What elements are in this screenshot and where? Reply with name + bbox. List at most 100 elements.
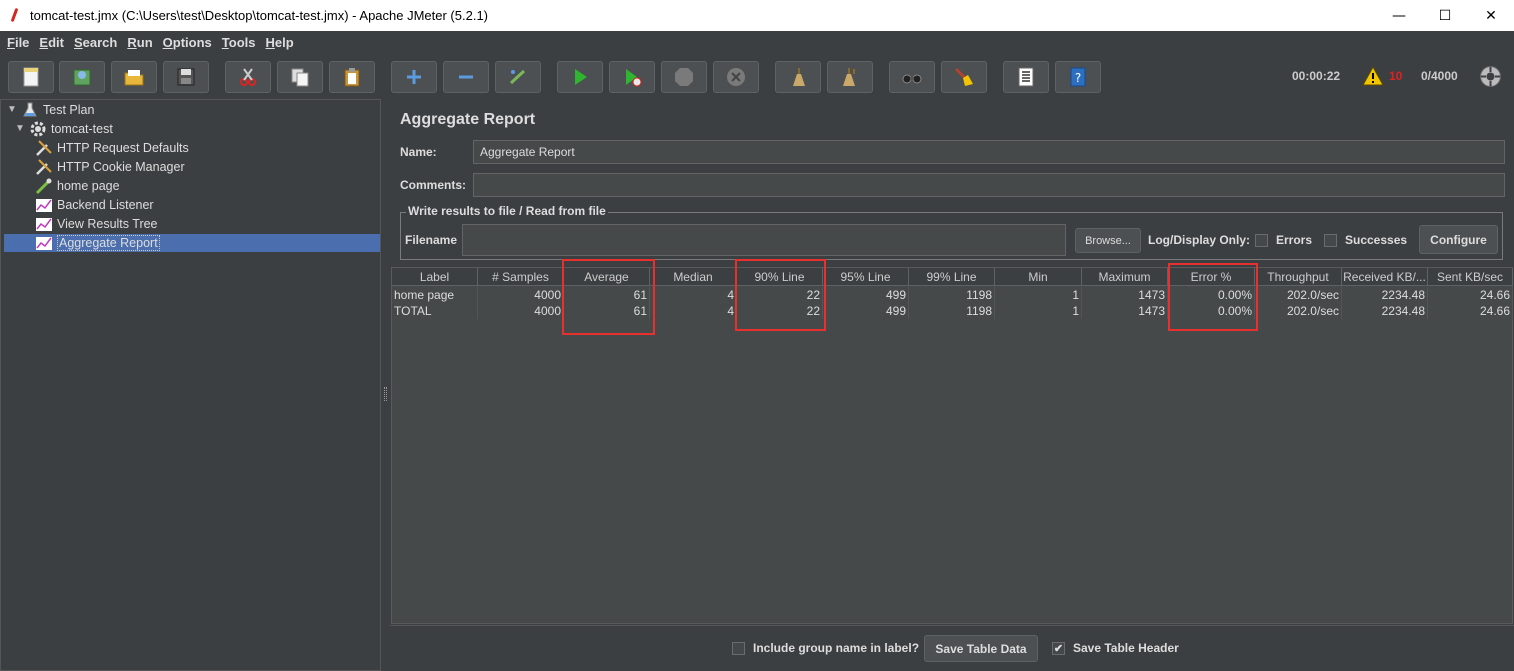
collapse-all-button[interactable] (443, 61, 489, 93)
menu-run[interactable]: Run (122, 35, 157, 50)
templates-button[interactable] (59, 61, 105, 93)
reset-search-button[interactable] (941, 61, 987, 93)
thread-count: 0/4000 (1421, 69, 1458, 83)
window-title: tomcat-test.jmx (C:\Users\test\Desktop\t… (30, 8, 489, 23)
table-cell-line-95[interactable]: 499 (823, 287, 909, 303)
expand-icon (407, 70, 421, 84)
table-cell-maximum[interactable]: 1473 (1082, 287, 1168, 303)
start-no-timers-button[interactable] (609, 61, 655, 93)
reset-search-icon (954, 67, 973, 86)
paste-button[interactable] (329, 61, 375, 93)
table-cell-min[interactable]: 1 (995, 287, 1082, 303)
column-header-received-kb[interactable]: Received KB/... (1342, 268, 1428, 286)
expand-arrow-icon[interactable]: ▼ (7, 104, 17, 115)
column-header-min[interactable]: Min (995, 268, 1082, 286)
menu-options[interactable]: Options (158, 35, 217, 50)
warning-icon[interactable] (1362, 66, 1384, 86)
start-button[interactable] (557, 61, 603, 93)
save-table-header-checkbox[interactable]: ✔ Save Table Header (1052, 641, 1179, 655)
table-cell-label[interactable]: TOTAL (392, 303, 478, 319)
toggle-button[interactable] (495, 61, 541, 93)
comments-input[interactable] (473, 173, 1505, 197)
save-table-header-checkbox-box[interactable]: ✔ (1052, 641, 1065, 655)
table-cell-line-99[interactable]: 1198 (909, 287, 995, 303)
minimize-button[interactable]: — (1376, 0, 1422, 31)
successes-checkbox-box[interactable] (1324, 233, 1337, 247)
table-cell-label[interactable]: home page (392, 287, 478, 303)
menu-file[interactable]: File (2, 35, 34, 50)
successes-checkbox[interactable]: Successes (1324, 233, 1407, 247)
window-controls: — ☐ ✕ (1376, 0, 1514, 31)
tree-node-http-cookie-manager[interactable]: HTTP Cookie Manager (35, 157, 185, 176)
clear-button[interactable] (775, 61, 821, 93)
column-header-label[interactable]: Label (392, 268, 478, 286)
table-cell-samples[interactable]: 4000 (478, 303, 564, 319)
column-header-sent-kb[interactable]: Sent KB/sec (1428, 268, 1513, 286)
cut-button[interactable] (225, 61, 271, 93)
maximize-button[interactable]: ☐ (1422, 0, 1468, 31)
tree-node-thread-group[interactable]: ▼ tomcat-test (15, 119, 113, 138)
new-button[interactable] (8, 61, 54, 93)
stop-button[interactable] (661, 61, 707, 93)
tree-node-test-plan[interactable]: ▼ Test Plan (7, 100, 94, 119)
errors-checkbox[interactable]: Errors (1255, 233, 1312, 247)
clear-all-button[interactable] (827, 61, 873, 93)
table-cell-line-99[interactable]: 1198 (909, 303, 995, 319)
name-input[interactable]: Aggregate Report (473, 140, 1505, 164)
table-cell-median[interactable]: 4 (650, 303, 737, 319)
shutdown-icon (727, 68, 745, 86)
tree-node-home-page[interactable]: home page (35, 176, 120, 195)
tree-node-view-results-tree[interactable]: View Results Tree (35, 214, 158, 233)
split-pane-divider[interactable] (381, 99, 390, 671)
name-label: Name: (400, 145, 437, 159)
save-button[interactable] (163, 61, 209, 93)
shutdown-button[interactable] (713, 61, 759, 93)
table-cell-throughput[interactable]: 202.0/sec (1255, 303, 1342, 319)
save-icon (177, 68, 195, 86)
tree-node-http-request-defaults[interactable]: HTTP Request Defaults (35, 138, 189, 157)
tree-node-aggregate-report[interactable]: Aggregate Report (35, 233, 160, 252)
save-table-data-button[interactable]: Save Table Data (924, 635, 1038, 662)
column-header-samples[interactable]: # Samples (478, 268, 564, 286)
table-cell-sent-kb[interactable]: 24.66 (1428, 303, 1513, 319)
clear-all-icon (843, 68, 855, 86)
expand-all-button[interactable] (391, 61, 437, 93)
table-cell-sent-kb[interactable]: 24.66 (1428, 287, 1513, 303)
function-helper-button[interactable] (1003, 61, 1049, 93)
help-button[interactable]: ? (1055, 61, 1101, 93)
table-cell-maximum[interactable]: 1473 (1082, 303, 1168, 319)
table-cell-received-kb[interactable]: 2234.48 (1342, 303, 1428, 319)
include-group-name-checkbox-box[interactable] (732, 641, 745, 655)
column-header-line-99[interactable]: 99% Line (909, 268, 995, 286)
highlight-error-percent (1168, 263, 1258, 331)
divider-grip[interactable] (384, 387, 387, 401)
menu-edit[interactable]: Edit (34, 35, 69, 50)
table-cell-median[interactable]: 4 (650, 287, 737, 303)
cut-icon (240, 68, 256, 86)
configure-button[interactable]: Configure (1419, 225, 1498, 254)
table-cell-line-95[interactable]: 499 (823, 303, 909, 319)
errors-checkbox-box[interactable] (1255, 233, 1268, 247)
table-cell-min[interactable]: 1 (995, 303, 1082, 319)
highlight-90-line (735, 259, 826, 331)
column-header-maximum[interactable]: Maximum (1082, 268, 1168, 286)
column-header-median[interactable]: Median (650, 268, 737, 286)
table-cell-received-kb[interactable]: 2234.48 (1342, 287, 1428, 303)
column-header-line-95[interactable]: 95% Line (823, 268, 909, 286)
open-button[interactable] (111, 61, 157, 93)
copy-button[interactable] (277, 61, 323, 93)
menu-search[interactable]: Search (69, 35, 122, 50)
column-header-throughput[interactable]: Throughput (1255, 268, 1342, 286)
jmeter-feather-icon (8, 7, 22, 25)
menu-help[interactable]: Help (260, 35, 298, 50)
table-cell-samples[interactable]: 4000 (478, 287, 564, 303)
search-button[interactable] (889, 61, 935, 93)
tree-node-backend-listener[interactable]: Backend Listener (35, 195, 154, 214)
expand-arrow-icon[interactable]: ▼ (15, 123, 25, 134)
browse-button[interactable]: Browse... (1075, 228, 1141, 253)
menu-tools[interactable]: Tools (217, 35, 261, 50)
filename-input[interactable] (462, 224, 1066, 256)
include-group-name-checkbox[interactable]: Include group name in label? (732, 641, 919, 655)
close-window-button[interactable]: ✕ (1468, 0, 1514, 31)
table-cell-throughput[interactable]: 202.0/sec (1255, 287, 1342, 303)
